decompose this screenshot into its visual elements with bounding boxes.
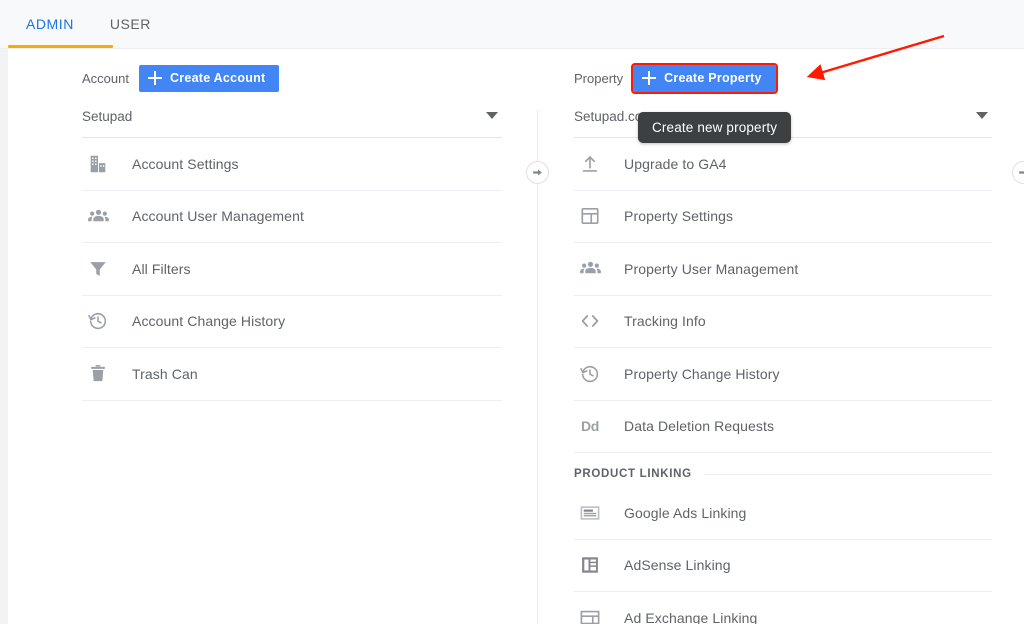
property-item-label: Ad Exchange Linking — [624, 609, 758, 624]
upload-icon — [578, 152, 602, 176]
property-item-tracking-info[interactable]: Tracking Info — [574, 296, 992, 348]
tab-list: ADMIN USER — [8, 0, 169, 48]
google-ads-icon — [578, 501, 602, 525]
tab-admin[interactable]: ADMIN — [8, 0, 92, 48]
code-brackets-icon — [578, 309, 602, 333]
property-select-value: Setupad.co — [574, 109, 643, 124]
property-item-label: Property Settings — [624, 208, 734, 225]
product-linking-label: PRODUCT LINKING — [574, 468, 692, 480]
history-icon — [86, 309, 110, 333]
adsense-icon — [578, 553, 602, 577]
account-menu-list: Account Settings Account User Management — [82, 138, 502, 401]
property-item-property-settings[interactable]: Property Settings — [574, 191, 992, 243]
create-account-button-label: Create Account — [169, 71, 266, 85]
chevron-down-icon — [486, 112, 498, 119]
property-item-google-ads-linking[interactable]: Google Ads Linking — [574, 487, 992, 540]
create-property-tooltip: Create new property — [638, 112, 792, 143]
history-icon — [578, 362, 602, 386]
trash-icon — [86, 362, 110, 386]
account-item-trash-can[interactable]: Trash Can — [82, 348, 502, 401]
funnel-icon — [86, 257, 110, 281]
plus-icon — [147, 71, 162, 85]
arrow-right-icon — [533, 169, 542, 176]
account-item-label: All Filters — [132, 260, 191, 277]
left-rail — [0, 48, 8, 624]
property-item-upgrade-to-ga4[interactable]: Upgrade to GA4 — [574, 138, 992, 191]
property-column: Property Create Property Setupad.co Upgr… — [574, 62, 992, 624]
property-item-adsense-linking[interactable]: AdSense Linking — [574, 540, 992, 592]
chevron-down-icon — [976, 112, 988, 119]
property-item-label: Property Change History — [624, 365, 780, 382]
account-select[interactable]: Setupad — [82, 108, 502, 138]
account-label: Account — [82, 70, 129, 86]
dd-text-icon: Dd — [580, 418, 600, 435]
property-item-property-user-management[interactable]: Property User Management — [574, 243, 992, 296]
property-item-property-change-history[interactable]: Property Change History — [574, 348, 992, 401]
ad-exchange-icon — [578, 606, 602, 624]
account-item-account-change-history[interactable]: Account Change History — [82, 296, 502, 348]
account-item-label: Account Change History — [132, 313, 286, 330]
property-column-header: Property Create Property — [574, 62, 992, 94]
tab-bar-divider — [0, 48, 1024, 49]
create-property-button[interactable]: Create Property — [631, 62, 778, 94]
account-column-header: Account Create Account — [82, 62, 502, 94]
plus-icon — [642, 71, 657, 85]
tab-user[interactable]: USER — [92, 0, 169, 48]
property-item-label: Tracking Info — [624, 313, 706, 330]
account-item-all-filters[interactable]: All Filters — [82, 243, 502, 296]
account-item-account-settings[interactable]: Account Settings — [82, 138, 502, 191]
arrow-right-icon — [1019, 171, 1024, 174]
layout-icon — [578, 204, 602, 228]
people-icon — [578, 257, 602, 281]
product-linking-section-header: PRODUCT LINKING — [574, 453, 992, 487]
property-item-label: Upgrade to GA4 — [624, 155, 727, 172]
property-item-data-deletion-requests[interactable]: Dd Data Deletion Requests — [574, 401, 992, 453]
property-label: Property — [574, 70, 624, 86]
account-item-account-user-management[interactable]: Account User Management — [82, 191, 502, 243]
property-item-label: Property User Management — [624, 260, 799, 277]
account-column: Account Create Account Setupad Account S… — [82, 62, 502, 401]
collapse-account-column-button[interactable] — [526, 161, 549, 184]
account-item-label: Trash Can — [132, 365, 198, 382]
property-item-label: Google Ads Linking — [624, 504, 747, 521]
account-item-label: Account User Management — [132, 208, 304, 225]
account-select-value: Setupad — [82, 109, 133, 124]
property-item-ad-exchange-linking[interactable]: Ad Exchange Linking — [574, 592, 992, 624]
building-icon — [86, 152, 110, 176]
account-item-label: Account Settings — [132, 155, 239, 172]
create-property-button-label: Create Property — [664, 71, 762, 85]
people-icon — [86, 204, 110, 228]
section-rule — [703, 473, 992, 475]
admin-page: ADMIN USER Account Create Account Setupa… — [0, 0, 1024, 624]
tab-bar: ADMIN USER — [0, 0, 1024, 48]
property-menu-list: Upgrade to GA4 Property Settings Propert… — [574, 138, 992, 624]
create-account-button[interactable]: Create Account — [138, 64, 280, 92]
property-item-label: AdSense Linking — [624, 557, 731, 574]
collapse-property-column-button[interactable] — [1012, 161, 1024, 184]
column-divider — [537, 110, 538, 624]
property-item-label: Data Deletion Requests — [624, 418, 775, 435]
